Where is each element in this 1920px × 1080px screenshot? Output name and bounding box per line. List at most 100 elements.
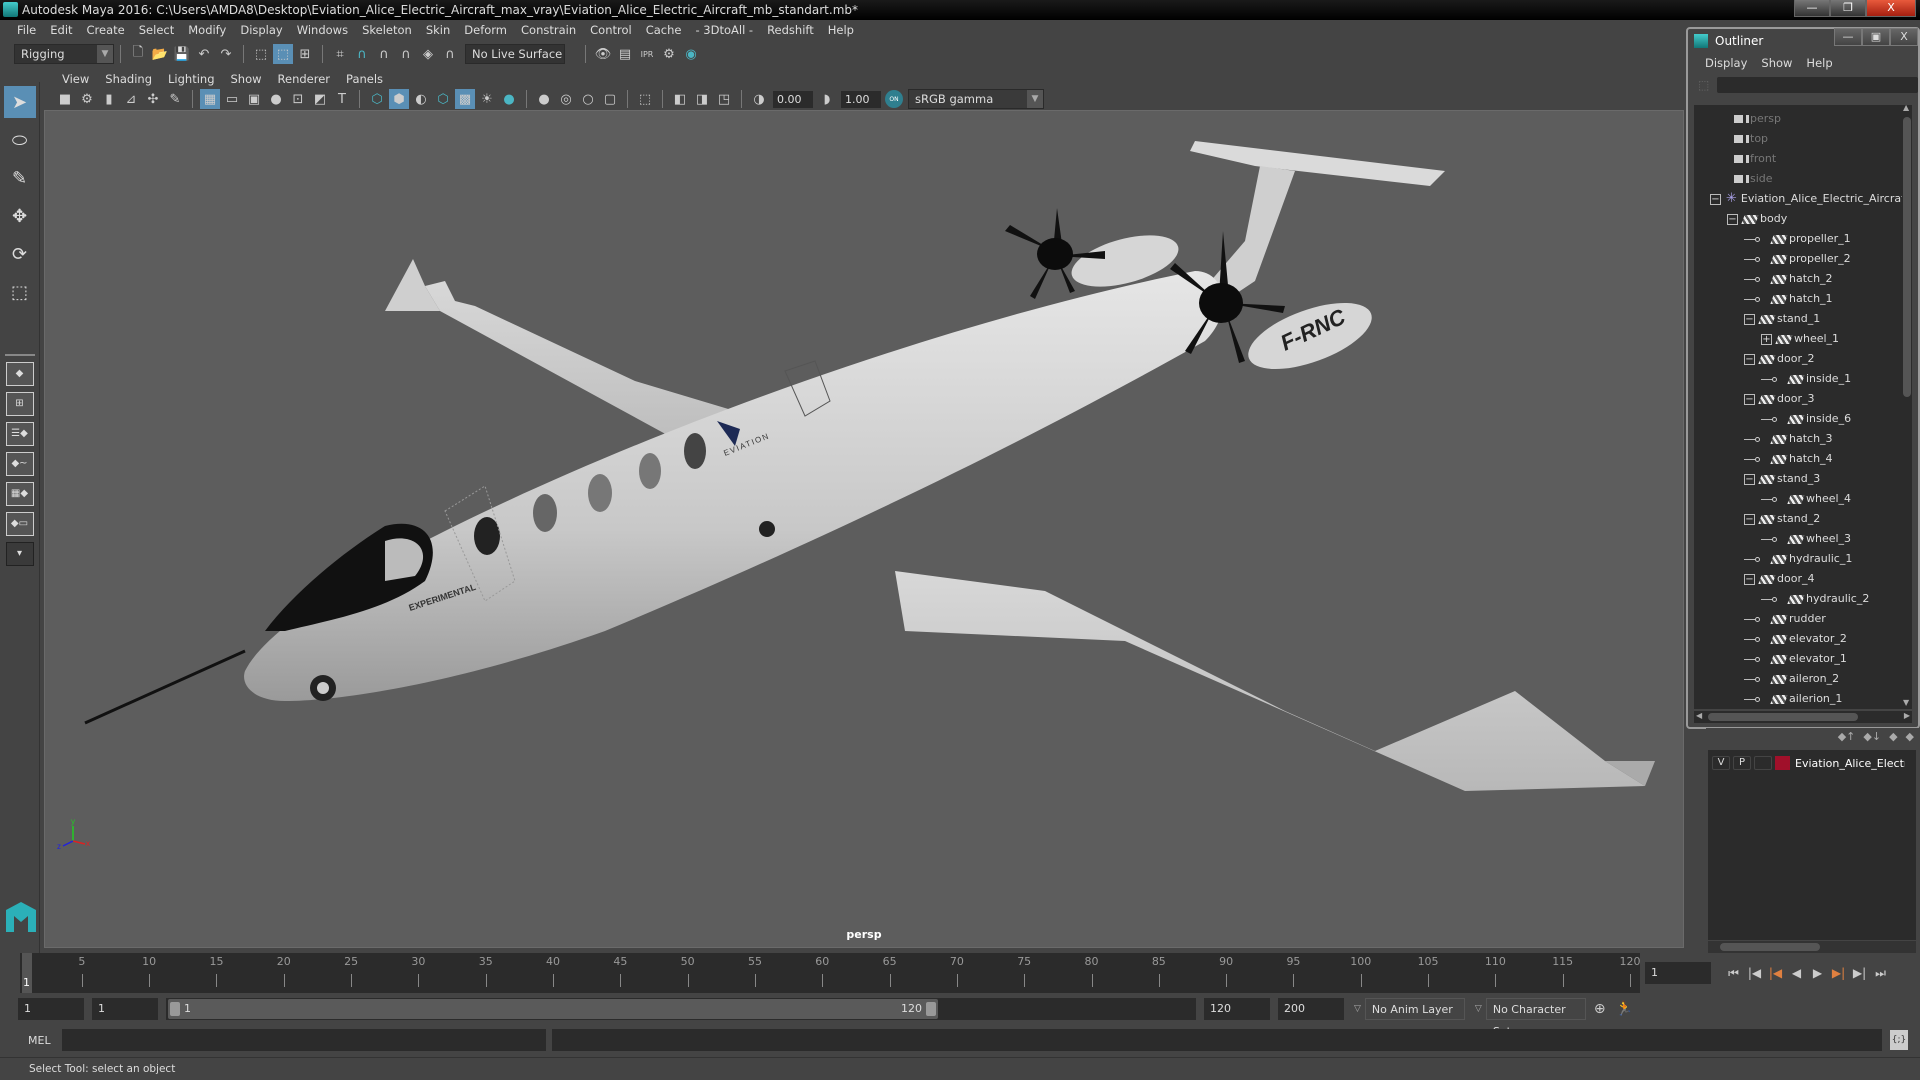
new-scene-icon[interactable]: 🗋 [128, 44, 148, 64]
scroll-left-icon[interactable]: ◀ [1696, 711, 1702, 720]
xray-active-icon[interactable]: ◨ [692, 89, 712, 109]
start-time-field[interactable]: 1 [18, 998, 84, 1020]
resolution-gate-icon[interactable]: ▣ [244, 89, 264, 109]
layer-display-type-toggle[interactable] [1754, 756, 1772, 770]
anti-aliasing-icon[interactable]: ○ [578, 89, 598, 109]
use-all-lights-icon[interactable]: ☀ [477, 89, 497, 109]
move-tool-icon[interactable]: ✥ [4, 200, 36, 232]
scroll-down-icon[interactable]: ▼ [1903, 698, 1909, 707]
restore-button[interactable]: ❐ [1830, 0, 1866, 17]
menu-file[interactable]: File [10, 23, 43, 37]
new-empty-layer-icon[interactable]: ◆ [1889, 730, 1897, 743]
menu-help[interactable]: Help [821, 23, 861, 37]
outliner-item[interactable]: elevator_2 [1694, 629, 1912, 649]
panel-menu-lighting[interactable]: Lighting [160, 72, 222, 86]
move-layer-up-icon[interactable]: ◆↑ [1838, 730, 1856, 743]
outliner-item[interactable]: ailerion_1 [1694, 689, 1912, 709]
outliner-item[interactable]: wheel_3 [1694, 529, 1912, 549]
command-input[interactable] [62, 1029, 546, 1051]
select-component-icon[interactable]: ⊞ [295, 44, 315, 64]
outliner-item[interactable]: hatch_2 [1694, 269, 1912, 289]
field-chart-icon[interactable]: ⊡ [288, 89, 308, 109]
play-forwards-icon[interactable]: ▶ [1807, 966, 1828, 980]
camera-select-icon[interactable]: ■ [55, 89, 75, 109]
outliner-menu-help[interactable]: Help [1799, 56, 1839, 70]
menu-cache[interactable]: Cache [639, 23, 689, 37]
time-slider[interactable]: 1 5 10 15 20 25 30 35 40 45 50 55 60 65 70 75 80 85 90 95 1… [20, 953, 1641, 993]
render-view-icon[interactable]: 👁 [593, 44, 613, 64]
menuset-dropdown[interactable]: Rigging ▼ [14, 44, 114, 64]
motion-blur-icon[interactable]: ◎ [556, 89, 576, 109]
view-transform-dropdown[interactable]: sRGB gamma ▼ [908, 89, 1044, 109]
outliner-item[interactable]: hatch_1 [1694, 289, 1912, 309]
layer-horizontal-scrollbar[interactable] [1708, 941, 1916, 953]
scale-tool-icon[interactable]: ⬚ [4, 276, 36, 308]
image-plane-icon[interactable]: ⊿ [121, 89, 141, 109]
outliner-item[interactable]: − ✳ Eviation_Alice_Electric_Aircraft [1694, 189, 1912, 209]
outliner-item[interactable]: persp [1694, 109, 1912, 129]
snap-grid-icon[interactable]: ⌗ [330, 44, 350, 64]
film-gate-icon[interactable]: ▭ [222, 89, 242, 109]
character-set-chevron-icon[interactable]: ▽ [1475, 1004, 1482, 1014]
render-current-frame-icon[interactable]: ▤ [615, 44, 635, 64]
playback-end-field[interactable]: 120 [1204, 998, 1270, 1020]
outliner-item[interactable]: elevator_1 [1694, 649, 1912, 669]
safe-action-icon[interactable]: ◩ [310, 89, 330, 109]
render-settings-icon[interactable]: ⚙ [659, 44, 679, 64]
outliner-item[interactable]: propeller_1 [1694, 229, 1912, 249]
range-end-handle[interactable] [926, 1002, 936, 1016]
outliner-item[interactable]: propeller_2 [1694, 249, 1912, 269]
two-d-pan-zoom-icon[interactable]: ✣ [143, 89, 163, 109]
hypershade-persp-layout-icon[interactable]: ▦◆ [5, 482, 34, 506]
isolate-select-icon[interactable]: ⬚ [635, 89, 655, 109]
select-hierarchy-icon[interactable]: ⬚ [251, 44, 271, 64]
menu-control[interactable]: Control [583, 23, 639, 37]
menu-edit[interactable]: Edit [43, 23, 79, 37]
collapse-icon[interactable]: − [1744, 473, 1755, 485]
script-editor-icon[interactable]: {;} [1890, 1030, 1908, 1050]
panel-menu-shading[interactable]: Shading [97, 72, 160, 86]
smooth-shade-icon[interactable]: ⬢ [389, 89, 409, 109]
go-to-start-icon[interactable]: ⏮ [1723, 966, 1744, 981]
menu-skin[interactable]: Skin [419, 23, 457, 37]
depth-of-field-icon[interactable]: ▢ [600, 89, 620, 109]
new-layer-selected-icon[interactable]: ◆ [1906, 730, 1914, 743]
shadows-icon[interactable]: ● [499, 89, 519, 109]
range-start-handle[interactable] [170, 1002, 180, 1016]
menu-3dtoall[interactable]: - 3DtoAll - [688, 23, 760, 37]
layout-more-icon[interactable]: ▾ [5, 542, 34, 566]
wireframe-icon[interactable]: ⬡ [367, 89, 387, 109]
exposure-icon[interactable]: ◑ [749, 89, 769, 109]
four-view-layout-icon[interactable]: ⊞ [5, 392, 34, 416]
outliner-item[interactable]: side [1694, 169, 1912, 189]
exposure-field[interactable]: 0.00 [773, 90, 813, 108]
range-slider-bar[interactable]: 1 120 [168, 999, 938, 1019]
save-scene-icon[interactable]: 💾 [172, 44, 192, 64]
bookmark-icon[interactable]: ▮ [99, 89, 119, 109]
collapse-icon[interactable]: − [1727, 213, 1738, 225]
outliner-item[interactable]: inside_6 [1694, 409, 1912, 429]
menu-constrain[interactable]: Constrain [514, 23, 583, 37]
rotate-tool-icon[interactable]: ⟳ [4, 238, 36, 270]
snap-live-icon[interactable]: ◈ [418, 44, 438, 64]
persp-graph-layout-icon[interactable]: ◆~ [5, 452, 34, 476]
minimize-button[interactable]: — [1794, 0, 1830, 17]
outliner-item[interactable]: hatch_4 [1694, 449, 1912, 469]
step-back-frame-icon[interactable]: |◀ [1765, 966, 1786, 980]
gamma-field[interactable]: 1.00 [841, 90, 881, 108]
range-slider[interactable]: 1 120 [166, 998, 1196, 1020]
undo-icon[interactable]: ↶ [194, 44, 214, 64]
panel-menu-renderer[interactable]: Renderer [270, 72, 339, 86]
move-layer-down-icon[interactable]: ◆↓ [1863, 730, 1881, 743]
outliner-close-button[interactable]: X [1890, 28, 1918, 46]
panel-menu-show[interactable]: Show [223, 72, 270, 86]
layer-playback-toggle[interactable]: P [1733, 756, 1751, 770]
menu-skeleton[interactable]: Skeleton [355, 23, 419, 37]
anim-layer-dropdown[interactable]: No Anim Layer [1364, 998, 1465, 1020]
outliner-search-input[interactable] [1717, 77, 1918, 93]
collapse-icon[interactable]: − [1744, 313, 1755, 325]
ambient-occlusion-icon[interactable]: ● [534, 89, 554, 109]
outliner-persp-layout-icon[interactable]: ☰◆ [5, 422, 34, 446]
playback-start-field[interactable]: 1 [92, 998, 158, 1020]
step-forward-key-icon[interactable]: ▶| [1849, 966, 1870, 980]
